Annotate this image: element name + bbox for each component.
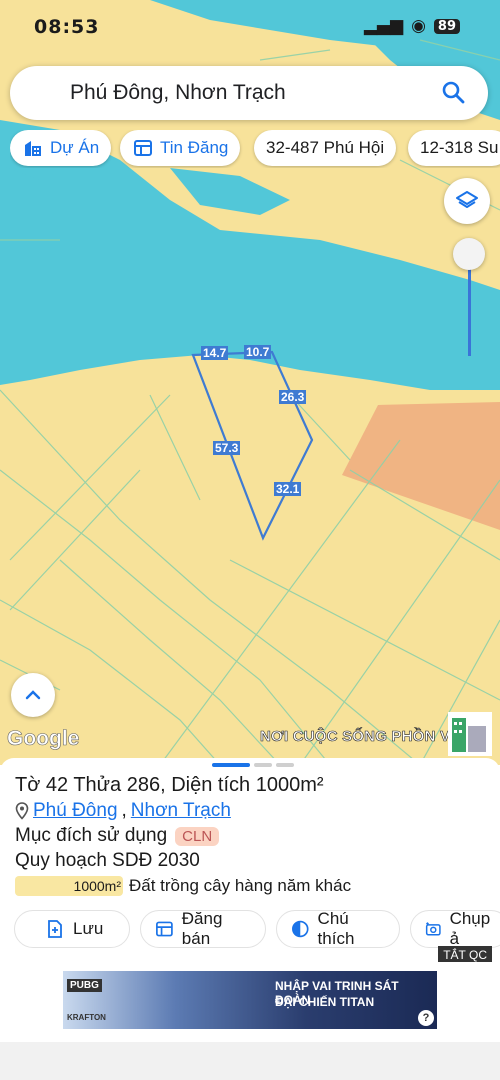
legend-swatch: 1000m² <box>15 876 123 896</box>
status-time: 08:53 <box>34 16 100 38</box>
opacity-slider-handle[interactable] <box>453 238 485 270</box>
building-icon <box>25 141 41 156</box>
search-icon[interactable] <box>440 79 468 107</box>
ad-brand: PUBG <box>67 979 102 992</box>
plan-legend-row: 1000m² Đất trồng cây hàng năm khác <box>15 876 351 896</box>
expand-up-button[interactable] <box>11 673 55 717</box>
home-indicator-area <box>0 1042 500 1080</box>
screenshot-label: Chụp ả <box>449 909 491 948</box>
ad-subheadline: ĐẠI CHIẾN TITAN <box>275 995 375 1009</box>
ad-banner-area: PUBG KRAFTON NHẬP VAI TRINH SÁT ĐOÀN ĐẠI… <box>0 962 500 1080</box>
camera-icon <box>425 922 441 936</box>
parcel-info-sheet: Tờ 42 Thửa 286, Diện tích 1000m² Phú Đôn… <box>0 758 500 968</box>
opacity-slider-track[interactable] <box>468 256 471 356</box>
save-button[interactable]: Lưu <box>14 910 130 948</box>
parcel-title: Tờ 42 Thửa 286, Diện tích 1000m² <box>15 774 324 796</box>
post-for-sale-button[interactable]: Đăng bán <box>140 909 266 948</box>
land-use-purpose: Mục đích sử dụng CLN <box>15 825 220 847</box>
parcel-location: Phú Đông, Nhơn Trạch <box>15 800 231 822</box>
filter-chips: Dự Án Tin Đăng 32-487 Phú Hội 12-318 Su <box>10 130 500 168</box>
edge-length-label: 10.7 <box>244 345 272 359</box>
legend-area: 1000m² <box>73 878 121 894</box>
chip-recent-search[interactable]: 32-487 Phú Hội <box>254 130 397 166</box>
location-separator: , <box>121 800 127 821</box>
save-label: Lưu <box>73 919 104 938</box>
map-promo-text[interactable]: NƠI CUỘC SỐNG PHỒN V <box>260 728 451 746</box>
location-pin-icon <box>15 802 29 820</box>
chip-label: Dự Án <box>50 138 100 157</box>
promo-building-image[interactable] <box>448 712 492 756</box>
chip-du-an[interactable]: Dự Án <box>10 130 112 166</box>
purpose-code-badge: CLN <box>175 826 220 846</box>
screen-record-icon: ◉ <box>411 16 426 36</box>
chip-recent-search[interactable]: 12-318 Su <box>408 130 500 166</box>
legend-icon <box>292 920 309 938</box>
layers-icon <box>456 191 478 208</box>
chip-tin-dang[interactable]: Tin Đăng <box>120 130 241 166</box>
status-icons: ▂▄▆ ◉ 89 <box>364 16 460 36</box>
save-icon <box>48 920 62 938</box>
post-label: Đăng bán <box>181 909 223 948</box>
chip-label: Tin Đăng <box>160 138 229 157</box>
listing-icon <box>134 140 152 156</box>
legend-button[interactable]: Chú thích <box>276 909 400 948</box>
edge-length-label: 32.1 <box>274 482 302 496</box>
edge-length-label: 57.3 <box>213 441 241 455</box>
district-link[interactable]: Nhơn Trạch <box>131 800 231 822</box>
edge-length-label: 26.3 <box>279 390 307 404</box>
chip-label: 32-487 Phú Hội <box>266 138 385 157</box>
plan-label: Quy hoạch SDĐ 2030 <box>15 850 200 871</box>
screenshot-button[interactable]: Chụp ả <box>410 909 500 948</box>
status-bar: 08:53 ▂▄▆ ◉ 89 <box>0 0 500 58</box>
signal-icon: ▂▄▆ <box>363 16 404 36</box>
ad-banner[interactable]: PUBG KRAFTON NHẬP VAI TRINH SÁT ĐOÀN ĐẠI… <box>63 971 437 1029</box>
search-input[interactable]: Phú Đông, Nhơn Trạch <box>70 81 286 105</box>
purpose-label: Mục đích sử dụng <box>15 825 168 846</box>
legend-text: Đất trồng cây hàng năm khác <box>129 876 352 895</box>
chip-label: 12-318 Su <box>420 138 499 157</box>
edge-length-label: 14.7 <box>201 346 229 360</box>
battery-icon: 89 <box>433 18 460 34</box>
sheet-pager <box>212 763 294 767</box>
legend-label: Chú thích <box>317 909 355 948</box>
ad-sub: KRAFTON <box>67 1013 106 1022</box>
layers-button[interactable] <box>444 178 490 224</box>
action-bar: Lưu Đăng bán Chú thích Chụp ả <box>14 909 500 948</box>
google-attribution: Google <box>7 727 80 751</box>
post-icon <box>156 921 173 937</box>
search-bar[interactable]: Phú Đông, Nhơn Trạch <box>10 66 488 120</box>
ad-info-icon[interactable]: ? <box>418 1010 434 1026</box>
ward-link[interactable]: Phú Đông <box>33 800 118 822</box>
chevron-up-icon <box>25 690 41 700</box>
